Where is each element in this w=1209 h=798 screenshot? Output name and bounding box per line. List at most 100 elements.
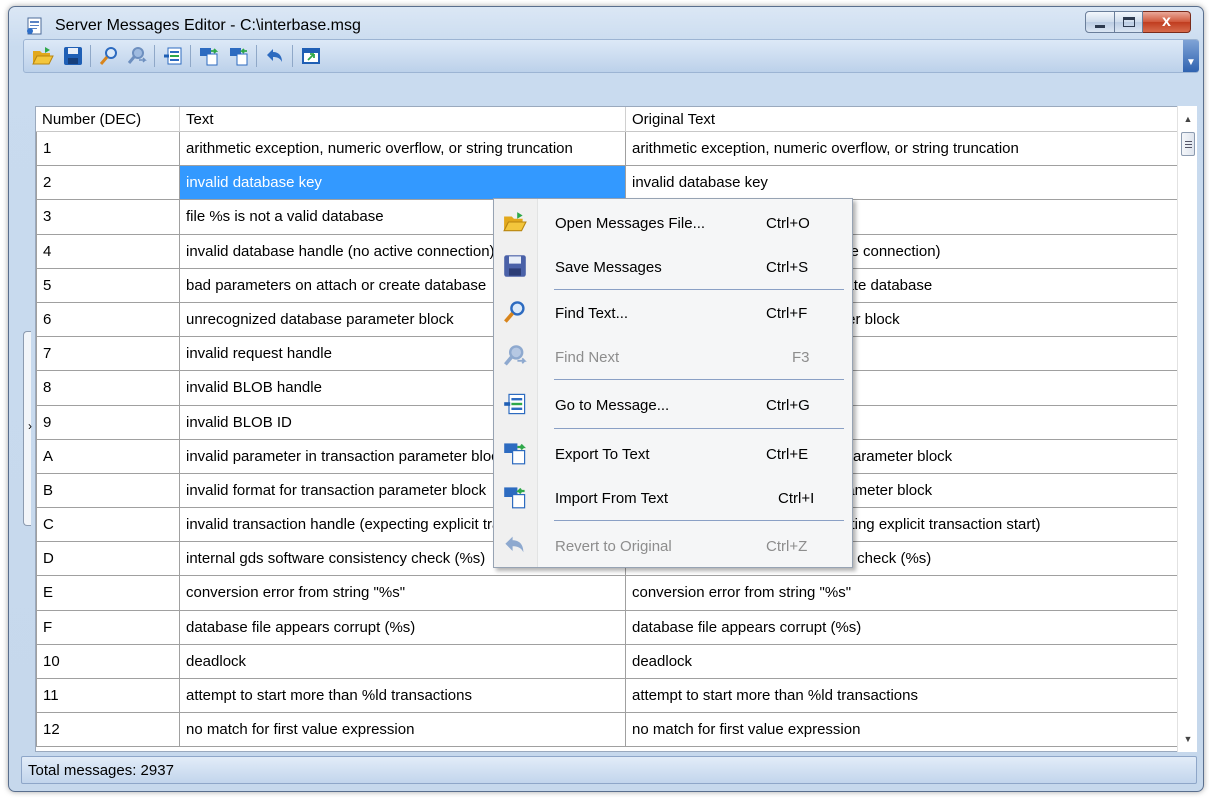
scroll-up-arrow-icon[interactable]: ▲ — [1178, 110, 1198, 128]
close-icon: x — [1162, 13, 1171, 30]
menu-item-export-to-text[interactable]: Export To Text Ctrl+E — [494, 432, 852, 476]
scroll-thumb[interactable] — [1181, 132, 1195, 156]
cell-number[interactable]: 5 — [36, 268, 180, 302]
main-toolbar: ▼ — [23, 39, 1199, 73]
import-icon — [504, 487, 526, 509]
export-to-text-button[interactable] — [196, 43, 222, 69]
cell-text[interactable]: invalid database key — [180, 166, 626, 200]
cell-number[interactable]: 11 — [36, 679, 180, 713]
column-header-number[interactable]: Number (DEC) — [36, 107, 180, 132]
cell-original-text[interactable]: invalid database key — [626, 166, 1181, 200]
maximize-button[interactable] — [1115, 11, 1143, 33]
menu-item-revert-to-original[interactable]: Revert to Original Ctrl+Z — [494, 524, 852, 568]
cell-text[interactable]: no match for first value expression — [180, 713, 626, 747]
cell-text[interactable]: arithmetic exception, numeric overflow, … — [180, 132, 626, 166]
menu-item-shortcut: Ctrl+O — [766, 215, 810, 232]
find-text-button[interactable] — [96, 43, 122, 69]
cell-number[interactable]: 1 — [36, 132, 180, 166]
cell-number[interactable]: E — [36, 576, 180, 610]
revert-to-original-button[interactable] — [262, 43, 288, 69]
window-restore-icon — [302, 48, 320, 64]
cell-original-text[interactable]: deadlock — [626, 644, 1181, 678]
toolbar-separator — [90, 45, 91, 67]
editor-app-icon — [25, 16, 45, 36]
export-icon — [504, 443, 527, 465]
find-next-button[interactable] — [124, 43, 150, 69]
magnifier-icon — [99, 47, 117, 65]
cell-number[interactable]: D — [36, 542, 180, 576]
cell-text[interactable]: attempt to start more than %ld transacti… — [180, 679, 626, 713]
cell-number[interactable]: F — [36, 610, 180, 644]
go-to-message-button[interactable] — [160, 43, 186, 69]
status-bar: Total messages: 2937 — [21, 756, 1197, 784]
caption-buttons: x — [1085, 11, 1191, 33]
folder-open-icon — [503, 212, 527, 232]
menu-item-label: Export To Text — [555, 446, 650, 463]
total-messages-count: Total messages: 2937 — [28, 762, 174, 779]
menu-item-shortcut: F3 — [792, 349, 810, 366]
cell-number[interactable]: 2 — [36, 166, 180, 200]
cell-text[interactable]: database file appears corrupt (%s) — [180, 610, 626, 644]
menu-item-open-messages-file[interactable]: Open Messages File... Ctrl+O — [494, 201, 852, 245]
menu-item-shortcut: Ctrl+I — [778, 490, 815, 507]
table-row[interactable]: 12 no match for first value expression no … — [36, 713, 1181, 748]
toolbar-separator — [256, 45, 257, 67]
table-row[interactable]: Fdatabase file appears corrupt (%s) datab… — [36, 610, 1181, 645]
column-header-original-text[interactable]: Original Text — [626, 107, 1181, 132]
menu-item-label: Import From Text — [555, 490, 669, 507]
folder-open-icon — [32, 47, 54, 65]
close-button[interactable]: x — [1143, 11, 1191, 33]
vertical-scrollbar[interactable]: ▲ ▼ — [1177, 106, 1197, 752]
chevron-down-icon: ▼ — [1186, 57, 1196, 68]
menu-item-label: Find Next — [555, 349, 620, 366]
cell-text[interactable]: deadlock — [180, 644, 626, 678]
menu-item-import-from-text[interactable]: Import From Text Ctrl+I — [494, 476, 852, 520]
menu-item-label: Find Text... — [555, 305, 629, 322]
table-row[interactable]: Econversion error from string "%s" conver… — [36, 576, 1181, 611]
cell-number[interactable]: 4 — [36, 234, 180, 268]
table-row[interactable]: 11 attempt to start more than %ld transac… — [36, 679, 1181, 714]
cell-number[interactable]: A — [36, 439, 180, 473]
cell-number[interactable]: 8 — [36, 371, 180, 405]
current-row-indicator: › — [28, 419, 32, 433]
table-row[interactable]: 2 invalid database key invalid database ke… — [36, 166, 1181, 201]
open-messages-file-button[interactable] — [30, 43, 56, 69]
table-row[interactable]: 10 deadlock deadlock — [36, 644, 1181, 679]
menu-item-find-text[interactable]: Find Text... Ctrl+F — [494, 291, 852, 335]
cell-number[interactable]: 9 — [36, 405, 180, 439]
grid-header: Number (DEC) Text Original Text — [36, 107, 1181, 132]
find-next-icon — [127, 47, 147, 64]
cell-original-text[interactable]: conversion error from string "%s" — [626, 576, 1181, 610]
save-messages-button[interactable] — [60, 43, 86, 69]
cell-original-text[interactable]: no match for first value expression — [626, 713, 1181, 747]
menu-separator — [554, 379, 844, 380]
minimize-icon — [1095, 24, 1105, 28]
cell-number[interactable]: 12 — [36, 713, 180, 747]
menu-separator — [554, 289, 844, 290]
cell-number[interactable]: 7 — [36, 337, 180, 371]
save-disk-icon — [504, 255, 526, 277]
menu-item-shortcut: Ctrl+F — [766, 305, 808, 322]
cell-number[interactable]: C — [36, 508, 180, 542]
menu-item-go-to-message[interactable]: Go to Message... Ctrl+G — [494, 383, 852, 427]
menu-item-save-messages[interactable]: Save Messages Ctrl+S — [494, 245, 852, 289]
import-from-text-button[interactable] — [226, 43, 252, 69]
menu-item-find-next[interactable]: Find Next F3 — [494, 335, 852, 379]
column-header-text[interactable]: Text — [180, 107, 626, 132]
cell-number[interactable]: B — [36, 473, 180, 508]
cell-number[interactable]: 10 — [36, 644, 180, 678]
minimize-button[interactable] — [1085, 11, 1115, 33]
cell-number[interactable]: 3 — [36, 200, 180, 234]
menu-item-shortcut: Ctrl+E — [766, 446, 809, 463]
cell-number[interactable]: 6 — [36, 302, 180, 337]
toolbar-overflow-button[interactable]: ▼ — [1183, 40, 1199, 72]
toolbar-separator — [292, 45, 293, 67]
scroll-down-arrow-icon[interactable]: ▼ — [1178, 730, 1198, 748]
cell-original-text[interactable]: database file appears corrupt (%s) — [626, 610, 1181, 644]
cell-original-text[interactable]: arithmetic exception, numeric overflow, … — [626, 132, 1181, 166]
magnifier-icon — [504, 301, 525, 323]
cell-original-text[interactable]: attempt to start more than %ld transacti… — [626, 679, 1181, 713]
cell-text[interactable]: conversion error from string "%s" — [180, 576, 626, 610]
restore-window-button[interactable] — [298, 43, 324, 69]
table-row[interactable]: 1 arithmetic exception, numeric overflow,… — [36, 132, 1181, 167]
